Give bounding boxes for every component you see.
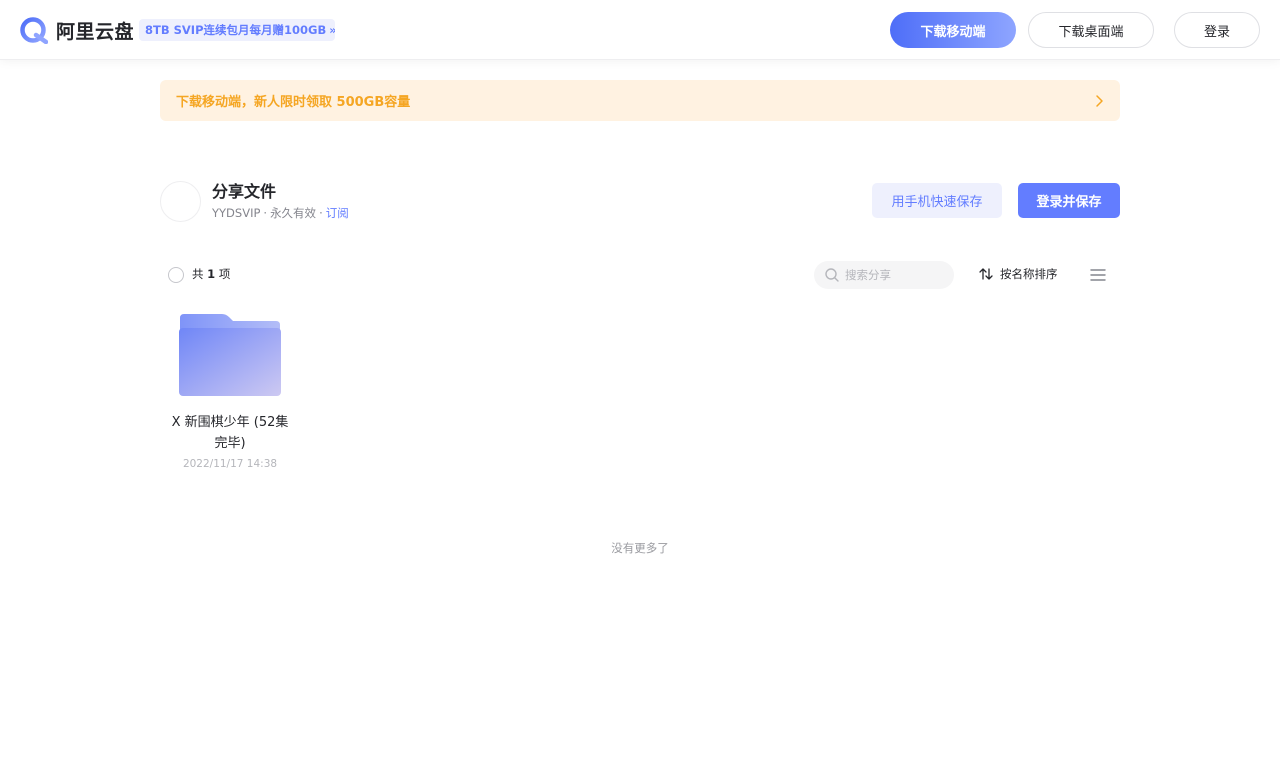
subscribe-link[interactable]: 订阅 [326,206,349,220]
share-title: 分享文件 [212,182,277,201]
share-meta: YYDSVIP · 永久有效 · 订阅 [212,205,349,221]
file-name[interactable]: X 新围棋少年 (52集完毕) [170,412,290,454]
search-input[interactable] [845,265,949,285]
svip-promo-text: 8TB SVIP连续包月每月赠100GB [145,23,327,37]
count-value: 1 [207,267,216,281]
brand-name[interactable]: 阿里云盘 [56,17,134,44]
svip-promo-badge[interactable]: 8TB SVIP连续包月每月赠100GB» [139,19,335,41]
sort-icon [979,268,993,280]
login-and-save-button[interactable]: 登录并保存 [1018,183,1120,218]
count-suffix: 项 [218,267,231,281]
file-card[interactable]: X 新围棋少年 (52集完毕) 2022/11/17 14:38 [170,306,290,476]
banner-text: 下载移动端，新人限时领取 500GB容量 [176,95,411,110]
top-header: 阿里云盘 8TB SVIP连续包月每月赠100GB» 下载移动端 下载桌面端 登… [0,0,1280,60]
search-icon [825,268,839,282]
login-button[interactable]: 登录 [1174,12,1260,48]
no-more-text: 没有更多了 [611,541,669,555]
download-promo-banner[interactable]: 下载移动端，新人限时领取 500GB容量 [160,80,1120,121]
item-count: 共 1 项 [192,266,230,282]
owner-avatar [160,181,201,222]
owner-name: YYDSVIP [212,206,261,220]
meta-separator: · [263,206,268,220]
select-all-checkbox[interactable] [168,267,184,283]
validity-text: 永久有效 [270,206,317,220]
download-mobile-button[interactable]: 下载移动端 [890,12,1016,48]
folder-icon [179,314,281,396]
sort-button[interactable]: 按名称排序 [978,264,1068,284]
chevron-right-icon [1096,95,1103,107]
meta-separator: · [319,206,323,220]
sort-label: 按名称排序 [1000,267,1058,281]
download-desktop-button[interactable]: 下载桌面端 [1028,12,1154,48]
file-date: 2022/11/17 14:38 [182,458,278,470]
phone-quick-save-button[interactable]: 用手机快速保存 [872,183,1002,218]
count-prefix: 共 [192,267,204,281]
search-box[interactable] [814,261,954,289]
aliyun-drive-logo-icon[interactable] [20,16,48,44]
double-chevron-right-icon: » [329,23,335,37]
list-view-icon[interactable] [1090,268,1106,282]
